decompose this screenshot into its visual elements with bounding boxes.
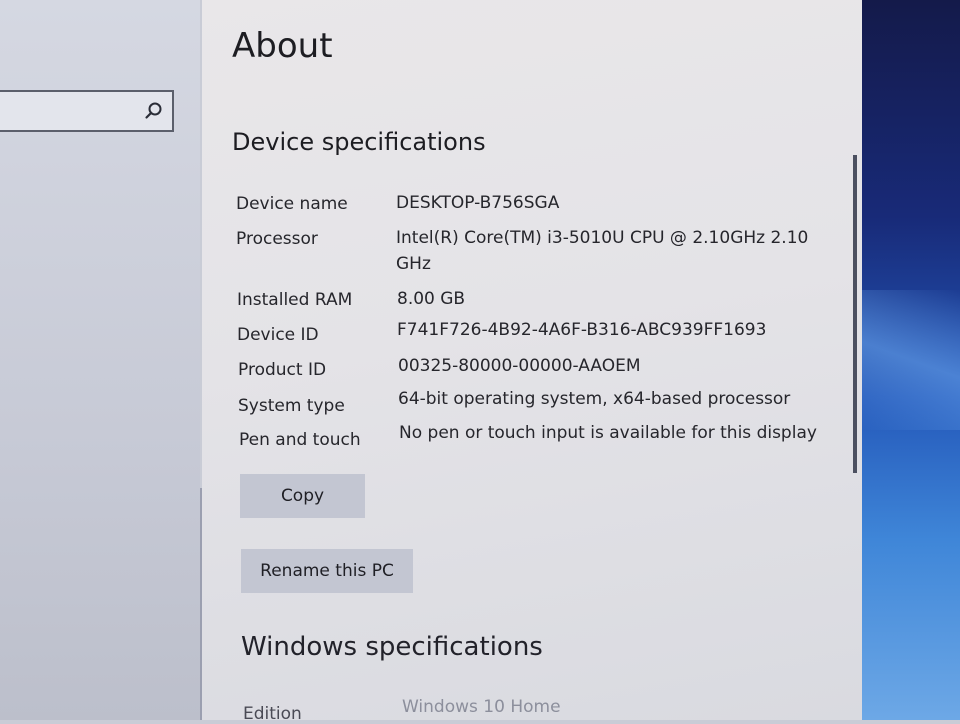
spec-value-product-id: 00325-80000-00000-AAOEM [398,356,641,376]
copy-button[interactable]: Copy [240,474,365,518]
spec-value-pen-and-touch: No pen or touch input is available for t… [399,423,817,443]
spec-label-device-name: Device name [236,194,348,214]
spec-label-system-type: System type [238,396,345,416]
spec-label-product-id: Product ID [238,360,327,380]
page-title: About [232,26,333,66]
device-specifications-heading: Device specifications [232,128,486,156]
rename-pc-button[interactable]: Rename this PC [241,549,413,593]
wallpaper-light-streak [862,290,960,430]
search-input[interactable] [0,92,152,130]
windows-specifications-heading: Windows specifications [241,632,543,662]
spec-label-processor: Processor [236,229,318,249]
spec-label-installed-ram: Installed RAM [237,290,353,310]
spec-value-device-name: DESKTOP-B756SGA [396,193,560,213]
search-box[interactable] [0,90,174,132]
spec-label-edition: Edition [243,704,302,724]
navigation-pane [0,0,200,720]
spec-value-installed-ram: 8.00 GB [397,289,466,309]
scrollbar[interactable] [853,155,857,473]
spec-value-edition: Windows 10 Home [402,697,561,717]
search-icon[interactable] [144,101,164,121]
spec-value-device-id: F741F726-4B92-4A6F-B316-ABC939FF1693 [397,320,767,340]
spec-label-pen-and-touch: Pen and touch [239,430,361,450]
spec-value-system-type: 64-bit operating system, x64-based proce… [398,389,791,409]
spec-value-processor: Intel(R) Core(TM) i3-5010U CPU @ 2.10GHz… [396,228,809,274]
spec-label-device-id: Device ID [237,325,319,345]
